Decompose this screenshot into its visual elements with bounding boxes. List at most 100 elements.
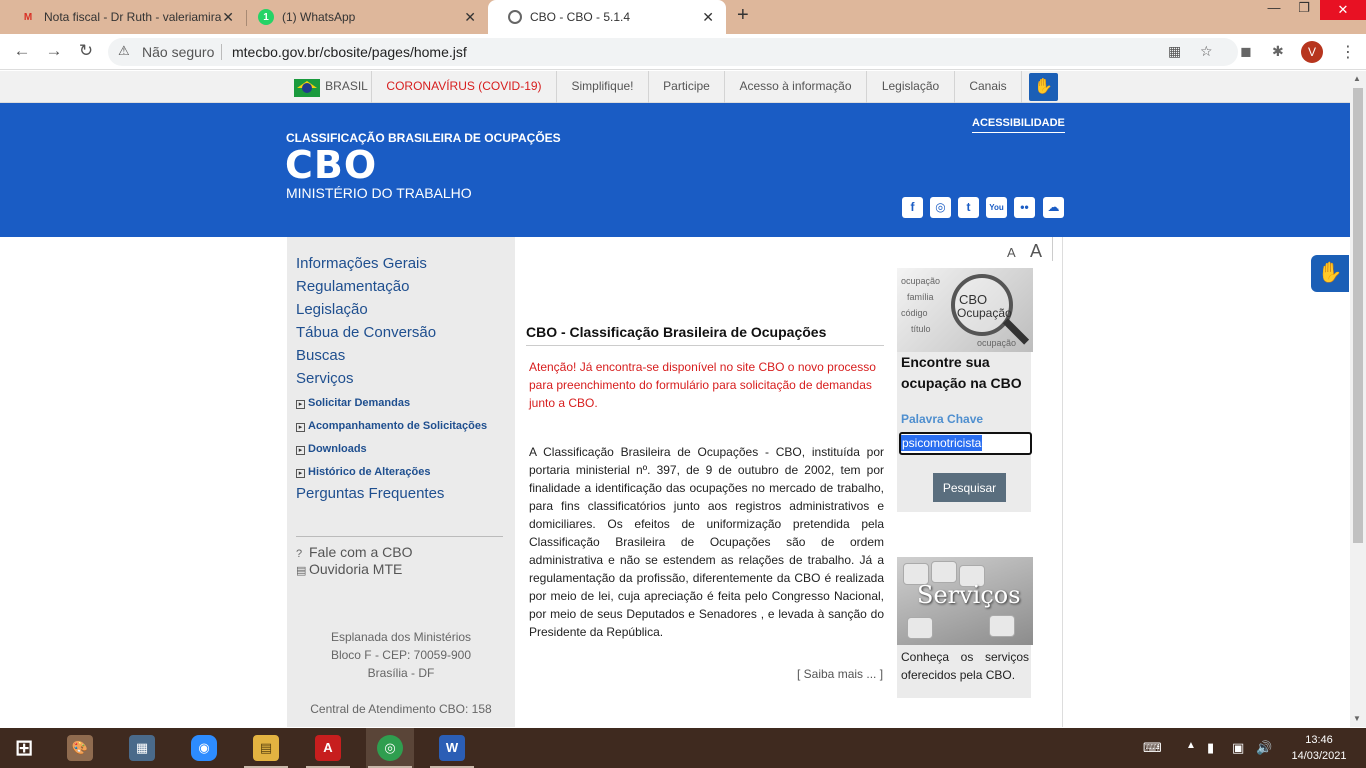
contact-ouvidoria[interactable]: ▤ Ouvidoria MTE — [296, 561, 402, 577]
tab-title: (1) WhatsApp — [282, 10, 356, 24]
instagram-icon[interactable]: ◎ — [930, 197, 951, 218]
page-scrollbar[interactable]: ▲ ▼ — [1350, 71, 1366, 727]
occupation-search-box: ocupação família código título ocupação … — [897, 268, 1033, 512]
gov-brasil-link[interactable]: BRASIL — [322, 71, 372, 103]
tab-gmail[interactable]: M Nota fiscal - Dr Ruth - valeriamira ✕ — [0, 0, 246, 34]
read-more-link[interactable]: [ Saiba mais ... ] — [797, 667, 883, 681]
restore-button[interactable]: ❐ — [1289, 0, 1319, 20]
brazil-flag-icon[interactable] — [294, 79, 320, 97]
reload-button[interactable]: ↻ — [76, 41, 96, 61]
volume-icon[interactable]: 🔊 — [1256, 740, 1272, 756]
youtube-icon[interactable]: You — [986, 197, 1007, 218]
extension-icon[interactable]: ◼ — [1240, 43, 1252, 60]
scroll-up-icon[interactable]: ▲ — [1353, 74, 1361, 83]
soundcloud-icon[interactable]: ☁ — [1043, 197, 1064, 218]
show-hidden-icons-icon[interactable]: ▲ — [1186, 740, 1196, 751]
sign-language-widget-icon[interactable]: ✋ — [1311, 255, 1349, 292]
zoom-app[interactable]: ◉ — [180, 728, 228, 768]
sidebar-item-legislacao[interactable]: Legislação — [296, 301, 368, 318]
scroll-down-icon[interactable]: ▼ — [1353, 714, 1361, 723]
sidebar-subitem-acompanhamento[interactable]: ▸ Acompanhamento de Solicitações — [296, 420, 487, 432]
paint-app[interactable]: 🎨 — [56, 728, 104, 768]
facebook-icon[interactable]: f — [902, 197, 923, 218]
gov-link-canais[interactable]: Canais — [955, 71, 1022, 103]
back-button[interactable]: ← — [12, 41, 32, 61]
question-icon: ? — [296, 548, 303, 560]
sidebar-item-informacoes-gerais[interactable]: Informações Gerais — [296, 255, 427, 272]
gov-link-legislacao[interactable]: Legislação — [867, 71, 955, 103]
flickr-icon[interactable]: •• — [1014, 197, 1035, 218]
sidebar-item-tabua-conversao[interactable]: Tábua de Conversão — [296, 324, 436, 341]
tab-title: Nota fiscal - Dr Ruth - valeriamira — [44, 10, 222, 24]
gov-link-acesso[interactable]: Acesso à informação — [725, 71, 867, 103]
puzzle-icon[interactable]: ✱ — [1272, 43, 1284, 60]
window-close-button[interactable]: ✕ — [1320, 0, 1366, 20]
gmail-icon: M — [23, 11, 33, 23]
increase-font-button[interactable]: A — [1030, 241, 1042, 262]
web-page: BRASIL CORONAVÍRUS (COVID-19) Simplifiqu… — [0, 71, 1350, 727]
tab-cbo[interactable]: CBO - CBO - 5.1.4 ✕ — [488, 0, 726, 34]
header-ministry: MINISTÉRIO DO TRABALHO — [286, 185, 472, 201]
system-clock[interactable]: 13:46 14/03/2021 — [1290, 732, 1348, 764]
taskbar: ⊞ 🎨 ▦ ◉ ▤ A ◎ W ⌨ ▲ ▮ ▣ 🔊 13:46 14/03/20… — [0, 728, 1366, 768]
twitter-icon[interactable]: t — [958, 197, 979, 218]
battery-icon[interactable]: ▮ — [1207, 740, 1214, 756]
search-box-title: Encontre sua ocupação na CBO — [901, 354, 1022, 391]
palette-icon: 🎨 — [67, 735, 93, 761]
start-button[interactable]: ⊞ — [0, 728, 48, 768]
close-tab-icon[interactable]: ✕ — [222, 9, 234, 26]
close-tab-icon[interactable]: ✕ — [464, 9, 476, 26]
sidebar-subitem-historico[interactable]: ▸ Histórico de Alterações — [296, 466, 430, 478]
sidebar-nav: Informações Gerais Regulamentação Legisl… — [287, 237, 515, 727]
close-tab-icon[interactable]: ✕ — [702, 9, 714, 26]
decrease-font-button[interactable]: A — [1007, 245, 1016, 260]
gov-link-covid[interactable]: CORONAVÍRUS (COVID-19) — [372, 71, 557, 103]
gov-link-participe[interactable]: Participe — [649, 71, 725, 103]
acrobat-app[interactable]: A — [304, 728, 352, 768]
calculator-app[interactable]: ▦ — [118, 728, 166, 768]
calculator-icon: ▦ — [129, 735, 155, 761]
sidebar-item-regulamentacao[interactable]: Regulamentação — [296, 278, 409, 295]
warning-icon[interactable]: ⚠ — [118, 43, 130, 59]
site-logo-title[interactable]: CBO — [285, 143, 377, 187]
sidebar-item-servicos[interactable]: Serviços — [296, 370, 354, 387]
sidebar-item-perguntas-frequentes[interactable]: Perguntas Frequentes — [296, 485, 444, 502]
address-bar[interactable]: ⚠ Não seguro mtecbo.gov.br/cbosite/pages… — [108, 38, 1238, 66]
sidebar-subitem-solicitar-demandas[interactable]: ▸ Solicitar Demandas — [296, 397, 410, 409]
new-tab-button[interactable]: + — [737, 4, 749, 27]
search-button[interactable]: Pesquisar — [933, 473, 1006, 502]
subitem-label: Downloads — [308, 443, 367, 455]
tab-title: CBO - CBO - 5.1.4 — [530, 10, 631, 24]
image-word: CBO — [959, 292, 988, 307]
keyword-input[interactable] — [899, 432, 1032, 455]
expand-arrow-icon: ▸ — [296, 400, 305, 409]
network-icon[interactable]: ▣ — [1232, 740, 1244, 756]
services-banner[interactable]: Serviços — [897, 557, 1033, 645]
sign-language-icon[interactable]: ✋ — [1029, 73, 1058, 101]
keyboard-icon[interactable]: ⌨ — [1143, 740, 1162, 756]
chrome-app[interactable]: ◎ — [366, 728, 414, 768]
font-size-controls: A A — [1001, 241, 1053, 261]
contact-fale-com-cbo[interactable]: ? Fale com a CBO — [296, 544, 412, 560]
url-text[interactable]: mtecbo.gov.br/cbosite/pages/home.jsf — [232, 44, 467, 60]
security-label[interactable]: Não seguro — [142, 44, 214, 60]
forward-button[interactable]: → — [44, 41, 64, 61]
sidebar-subitem-downloads[interactable]: ▸ Downloads — [296, 443, 367, 455]
windows-icon: ⊞ — [14, 735, 34, 760]
expand-arrow-icon: ▸ — [296, 423, 305, 432]
qr-code-icon[interactable]: ▦ — [1168, 43, 1181, 60]
gov-link-simplifique[interactable]: Simplifique! — [557, 71, 649, 103]
alert-message[interactable]: Atenção! Já encontra-se disponível no si… — [529, 358, 884, 412]
contact-label: Ouvidoria MTE — [309, 561, 403, 577]
minimize-button[interactable]: — — [1259, 0, 1289, 20]
bookmark-star-icon[interactable]: ☆ — [1200, 43, 1213, 60]
file-explorer-app[interactable]: ▤ — [242, 728, 290, 768]
tab-whatsapp[interactable]: 1 (1) WhatsApp ✕ — [238, 0, 488, 34]
sidebar-item-buscas[interactable]: Buscas — [296, 347, 345, 364]
menu-icon[interactable]: ⋮ — [1340, 42, 1356, 62]
intro-paragraph: A Classificação Brasileira de Ocupações … — [529, 445, 884, 639]
accessibility-link[interactable]: ACESSIBILIDADE — [972, 117, 1065, 133]
profile-avatar[interactable]: V — [1301, 41, 1323, 63]
word-app[interactable]: W — [428, 728, 476, 768]
scrollbar-thumb[interactable] — [1353, 88, 1363, 543]
